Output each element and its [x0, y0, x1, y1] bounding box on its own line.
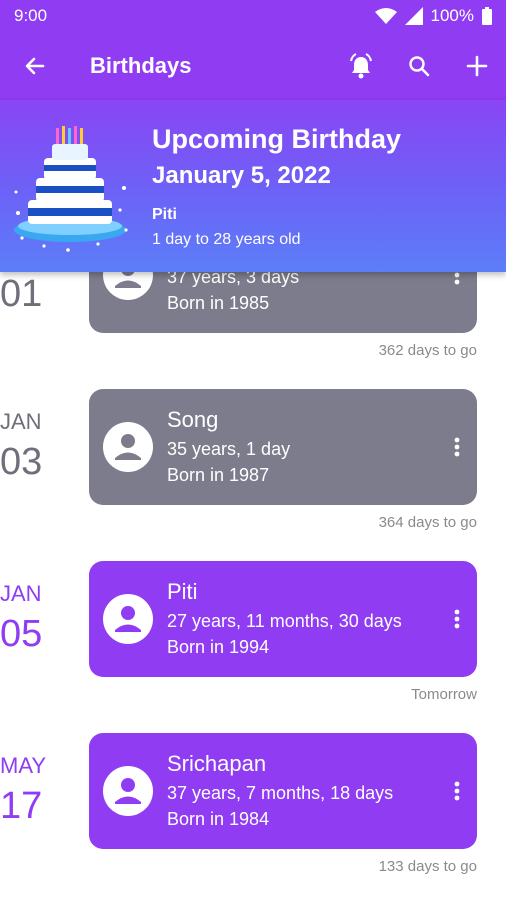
entry-age: 37 years, 7 months, 18 days — [167, 783, 394, 803]
entry-day: 03 — [0, 441, 43, 483]
more-options-button[interactable] — [447, 605, 467, 633]
entry-day: 17 — [0, 785, 43, 827]
avatar-icon — [103, 422, 153, 472]
entry-day: 05 — [0, 613, 43, 655]
birthday-entry[interactable]: MAY 17 Srichapan 37 years, 7 months, 18 … — [0, 733, 506, 900]
entry-born: Born in 1987 — [167, 465, 270, 485]
birthday-card[interactable]: Song 35 years, 1 day Born in 1987 — [89, 389, 477, 505]
entry-born: Born in 1984 — [167, 809, 270, 829]
countdown-text: Tomorrow — [411, 686, 477, 703]
countdown-text: 133 days to go — [378, 858, 477, 875]
banner-subtitle: 1 day to 28 years old — [152, 231, 301, 248]
entry-day: 01 — [0, 273, 43, 315]
entry-month: JAN — [0, 409, 42, 434]
more-options-button[interactable] — [447, 777, 467, 805]
birthday-cake-illustration — [14, 126, 128, 252]
entry-born: Born in 1985 — [167, 293, 270, 313]
upcoming-birthday-banner[interactable]: Upcoming Birthday January 5, 2022 Piti 1… — [0, 100, 506, 272]
birthday-card[interactable]: Srichapan 37 years, 7 months, 18 days Bo… — [89, 733, 477, 849]
entry-name: Piti — [167, 579, 198, 604]
more-options-button[interactable] — [447, 433, 467, 461]
entry-month: JAN — [0, 581, 42, 606]
countdown-text: 364 days to go — [378, 514, 477, 531]
countdown-text: 362 days to go — [378, 342, 477, 359]
birthday-entry[interactable]: JAN 03 Song 35 years, 1 day Born in 1987… — [0, 389, 506, 561]
banner-date: January 5, 2022 — [152, 162, 331, 189]
entry-name: Song — [167, 407, 219, 432]
entry-name: Srichapan — [167, 751, 267, 776]
more-vertical-icon — [454, 781, 460, 801]
entry-born: Born in 1994 — [167, 637, 270, 657]
banner-title: Upcoming Birthday — [152, 124, 402, 154]
more-vertical-icon — [454, 609, 460, 629]
birthday-entry[interactable]: JAN 05 Piti 27 years, 11 months, 30 days… — [0, 561, 506, 733]
entry-month: MAY — [0, 753, 47, 778]
avatar-icon — [103, 594, 153, 644]
more-vertical-icon — [454, 437, 460, 457]
entry-age: 35 years, 1 day — [167, 439, 291, 459]
entry-age: 27 years, 11 months, 30 days — [167, 611, 402, 631]
birthday-card[interactable]: Piti 27 years, 11 months, 30 days Born i… — [89, 561, 477, 677]
avatar-icon — [103, 766, 153, 816]
banner-name: Piti — [152, 206, 177, 223]
